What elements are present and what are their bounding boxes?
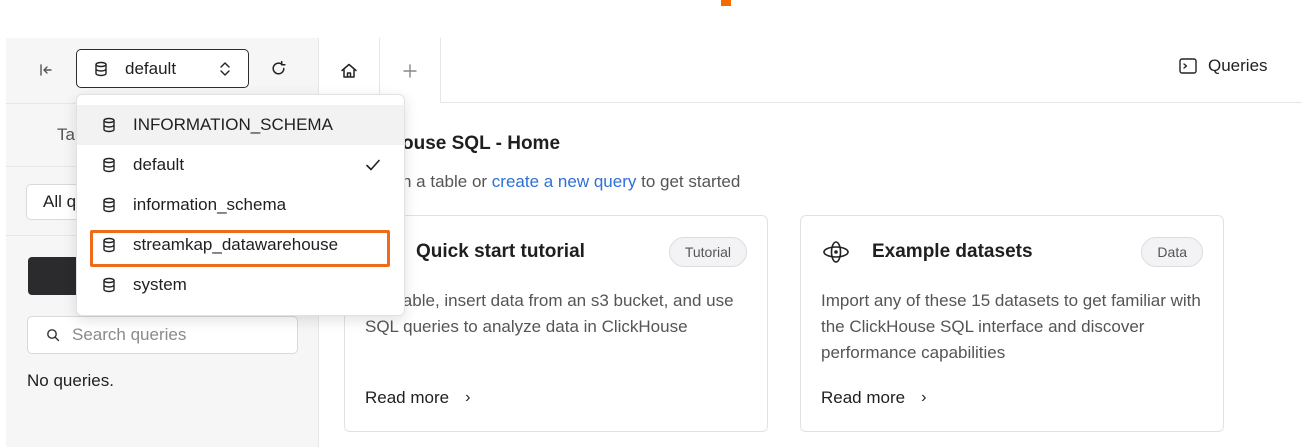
data-badge: Data bbox=[1141, 237, 1203, 267]
datasets-icon bbox=[823, 241, 849, 263]
search-queries-input[interactable] bbox=[72, 325, 292, 345]
collapse-sidebar-icon[interactable] bbox=[36, 60, 56, 80]
dropdown-item-system[interactable]: system bbox=[77, 265, 404, 305]
subtitle-suffix: to get started bbox=[636, 172, 741, 191]
plus-icon bbox=[403, 63, 417, 78]
read-more-label: Read more bbox=[365, 388, 450, 407]
database-icon bbox=[103, 197, 115, 213]
top-accent-bar bbox=[721, 0, 731, 6]
terminal-icon bbox=[1179, 58, 1197, 74]
sidebar-tab-tables[interactable]: Ta bbox=[57, 125, 75, 145]
page-subtitle: n a table or create a new query to get s… bbox=[402, 172, 740, 192]
dropdown-item-label: default bbox=[133, 155, 185, 174]
database-select-value: default bbox=[125, 58, 177, 78]
queries-button[interactable]: Queries bbox=[1178, 56, 1268, 76]
database-icon bbox=[103, 237, 115, 253]
dropdown-item-label: system bbox=[133, 275, 187, 294]
create-new-query-link[interactable]: create a new query bbox=[492, 172, 637, 191]
card-description: Import any of these 15 datasets to get f… bbox=[821, 291, 1201, 362]
checkmark-icon bbox=[366, 159, 380, 171]
card-description: te a table, insert data from an s3 bucke… bbox=[365, 291, 734, 336]
quick-start-card[interactable]: Quick start tutorial Tutorial te a table… bbox=[344, 215, 768, 432]
database-icon bbox=[103, 157, 115, 173]
dropdown-item-default[interactable]: default bbox=[77, 145, 404, 185]
example-datasets-card[interactable]: Example datasets Data Import any of thes… bbox=[800, 215, 1224, 432]
database-icon bbox=[95, 61, 107, 76]
card-title: Example datasets bbox=[872, 241, 1033, 262]
read-more-link[interactable]: Read more › bbox=[365, 388, 470, 408]
chevron-right-icon: › bbox=[465, 389, 471, 406]
dropdown-item-label: information_schema bbox=[133, 195, 287, 214]
chevron-right-icon: › bbox=[921, 389, 927, 406]
card-title: Quick start tutorial bbox=[416, 241, 585, 262]
dropdown-item-streamkap_datawarehouse[interactable]: streamkap_datawarehouse bbox=[77, 225, 404, 265]
database-select[interactable]: default bbox=[76, 49, 249, 88]
dropdown-item-INFORMATION_SCHEMA[interactable]: INFORMATION_SCHEMA bbox=[77, 105, 404, 145]
home-icon bbox=[341, 63, 357, 78]
dropdown-item-information_schema[interactable]: information_schema bbox=[77, 185, 404, 225]
search-queries-box[interactable] bbox=[27, 316, 298, 354]
page-title: ouse SQL - Home bbox=[402, 133, 561, 154]
empty-queries-text: No queries. bbox=[27, 371, 114, 390]
read-more-link[interactable]: Read more › bbox=[821, 388, 926, 408]
refresh-icon[interactable] bbox=[268, 58, 288, 78]
read-more-label: Read more bbox=[821, 388, 906, 407]
tutorial-badge: Tutorial bbox=[668, 237, 747, 267]
header-divider bbox=[441, 102, 1302, 103]
queries-label: Queries bbox=[1208, 56, 1268, 75]
chevron-up-down-icon bbox=[220, 62, 230, 76]
search-icon bbox=[47, 329, 60, 342]
database-icon bbox=[103, 277, 115, 293]
dropdown-item-label: streamkap_datawarehouse bbox=[133, 235, 339, 254]
database-dropdown-menu: INFORMATION_SCHEMA default information_s… bbox=[76, 94, 405, 316]
database-icon bbox=[103, 117, 115, 133]
dropdown-item-label: INFORMATION_SCHEMA bbox=[133, 115, 333, 134]
subtitle-prefix: n a table or bbox=[402, 172, 492, 191]
